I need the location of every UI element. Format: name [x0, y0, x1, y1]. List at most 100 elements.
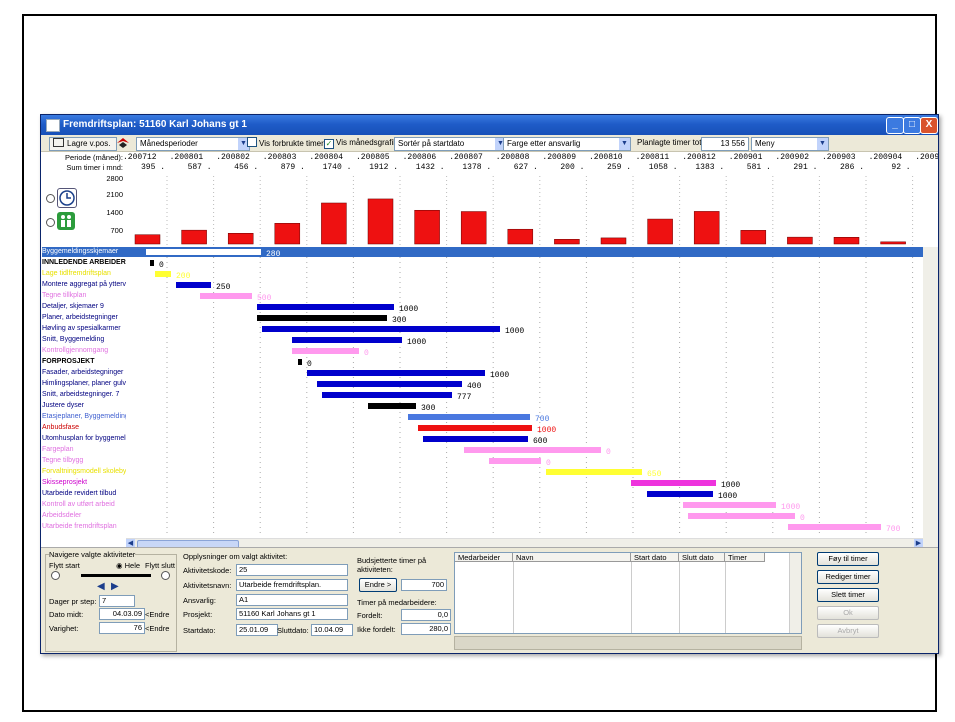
col-start-date[interactable]: Start dato: [631, 553, 679, 562]
task-row[interactable]: Byggemeldingsskjemaer: [42, 247, 126, 257]
move-start-radio[interactable]: [51, 571, 60, 580]
task-row[interactable]: Arbeidsdeler: [42, 511, 126, 521]
minimize-button[interactable]: _: [886, 117, 904, 134]
gantt-bar-label: 0: [159, 261, 164, 270]
task-row[interactable]: Skisseprosjekt: [42, 478, 126, 488]
gantt-bar[interactable]: [688, 513, 795, 519]
gantt-bar[interactable]: [307, 370, 485, 376]
task-row[interactable]: Justere dyser: [42, 401, 126, 411]
task-row[interactable]: Detaljer, skjemaer 9: [42, 302, 126, 312]
save-position-button[interactable]: Lagre v.pos.: [49, 137, 117, 151]
gantt-bar[interactable]: [298, 359, 302, 365]
close-button[interactable]: X: [920, 117, 938, 134]
end-date-label: Sluttdato:: [277, 626, 309, 635]
budget-hours-field[interactable]: 700: [401, 579, 447, 591]
gantt-bar[interactable]: [292, 348, 359, 354]
gantt-bar[interactable]: [317, 381, 462, 387]
menu-select[interactable]: Meny ▼: [751, 137, 829, 151]
task-row[interactable]: Fargeplan: [42, 445, 126, 455]
color-select[interactable]: Farge etter ansvarlig ▼: [503, 137, 631, 151]
sort-select[interactable]: Sortér på startdato ▼: [394, 137, 507, 151]
task-row[interactable]: Utarbeide fremdriftsplan: [42, 522, 126, 532]
cancel-button[interactable]: Avbryt: [817, 624, 879, 638]
days-per-step-select[interactable]: 7: [99, 595, 135, 607]
radio-icon: ◉: [116, 561, 125, 570]
gantt-bar[interactable]: [200, 293, 252, 299]
period-select[interactable]: Månedsperioder ▼: [136, 137, 250, 151]
task-row[interactable]: Høvling av spesialkarmer: [42, 324, 126, 334]
show-month-graph-checkbox[interactable]: ✓ Vis månedsgrafikk: [324, 137, 401, 149]
task-row[interactable]: Montere aggregat på yttervegg: [42, 280, 126, 290]
move-end-radio[interactable]: [161, 571, 170, 580]
clock-view-radio[interactable]: [46, 194, 55, 203]
duration-change-button[interactable]: <Endre: [145, 624, 169, 633]
table-scrollbar[interactable]: [789, 553, 801, 633]
task-row[interactable]: Lage tidlfremdriftsplan: [42, 269, 126, 279]
bar-200811: [647, 218, 673, 245]
gantt-bar[interactable]: [647, 491, 713, 497]
gantt-bar[interactable]: [292, 337, 402, 343]
gantt-bar[interactable]: [546, 469, 642, 475]
gantt-bar[interactable]: [368, 403, 416, 409]
date-mid-change-button[interactable]: <Endre: [145, 610, 169, 619]
gantt-bar[interactable]: [489, 458, 541, 464]
people-view-radio[interactable]: [46, 218, 55, 227]
gantt-bar[interactable]: [631, 480, 716, 486]
task-row[interactable]: Utomhusplan for byggemeld: [42, 434, 126, 444]
gantt-bar[interactable]: [408, 414, 530, 420]
gantt-bar[interactable]: [257, 304, 394, 310]
gantt-bar[interactable]: [262, 326, 500, 332]
task-row[interactable]: FORPROSJEKT: [42, 357, 126, 367]
days-per-step-value: 7: [102, 596, 107, 605]
task-row[interactable]: Kontroll av utført arbeid: [42, 500, 126, 510]
add-hours-button[interactable]: Føy til timer: [817, 552, 879, 566]
edit-hours-button[interactable]: Rediger timer: [817, 570, 879, 584]
bar-200904: [880, 241, 906, 245]
task-row[interactable]: Kontrollgjennomgang: [42, 346, 126, 356]
col-name[interactable]: Navn: [513, 553, 631, 562]
task-row[interactable]: Tegne tillkplan: [42, 291, 126, 301]
sum-label: Sum timer i mnd:: [66, 163, 123, 172]
col-end-date[interactable]: Slutt dato: [679, 553, 725, 562]
gantt-bar[interactable]: [683, 502, 776, 508]
task-row[interactable]: Planer, arbeidstegninger: [42, 313, 126, 323]
gantt-bar[interactable]: [176, 282, 211, 288]
duration-field[interactable]: 76: [99, 622, 145, 634]
show-used-hours-checkbox[interactable]: Vis forbrukte timer: [247, 137, 324, 149]
task-row[interactable]: INNLEDENDE ARBEIDER: [42, 258, 126, 268]
col-hours[interactable]: Timer: [725, 553, 765, 562]
gantt-bar[interactable]: [418, 425, 532, 431]
task-row[interactable]: Etasjeplaner, Byggemelding: [42, 412, 126, 422]
gantt-bar[interactable]: [146, 249, 261, 255]
task-row[interactable]: Snitt, Byggemelding: [42, 335, 126, 345]
task-row[interactable]: Anbudsfase: [42, 423, 126, 433]
gantt-bar-label: 0: [364, 349, 369, 358]
task-row[interactable]: Snitt, arbeidstegninger. 7: [42, 390, 126, 400]
chevron-down-icon: ▼: [817, 138, 828, 150]
window-title: Fremdriftsplan: 51160 Karl Johans gt 1: [63, 119, 247, 130]
maximize-button[interactable]: □: [903, 117, 921, 134]
vertical-scrollbar[interactable]: [923, 247, 938, 547]
gantt-bar[interactable]: [423, 436, 528, 442]
task-row[interactable]: Forvaltningsmodell skolebygg: [42, 467, 126, 477]
gantt-bar[interactable]: [155, 271, 171, 277]
col-employee[interactable]: Medarbeider: [455, 553, 513, 562]
whole-option[interactable]: ◉ Hele: [116, 561, 140, 570]
gantt-bar[interactable]: [464, 447, 601, 453]
budget-change-button[interactable]: Endre >: [359, 578, 397, 592]
gantt-bar[interactable]: [257, 315, 387, 321]
gantt-bar[interactable]: [150, 260, 154, 266]
step-back-icon[interactable]: ◀: [97, 581, 105, 592]
gantt-bar[interactable]: [788, 524, 881, 530]
date-mid-field[interactable]: 04.03.09: [99, 608, 145, 620]
delete-hours-button[interactable]: Slett timer: [817, 588, 879, 602]
ok-button[interactable]: Ok: [817, 606, 879, 620]
task-row[interactable]: Fasader, arbeidstegninger: [42, 368, 126, 378]
step-forward-icon[interactable]: ▶: [111, 581, 119, 592]
start-date-label: Startdato:: [183, 626, 216, 635]
task-row[interactable]: Tegne tilbygg: [42, 456, 126, 466]
employee-hours-table[interactable]: Medarbeider Navn Start dato Slutt dato T…: [454, 552, 802, 634]
task-row[interactable]: Himlingsplaner, planer gulv: [42, 379, 126, 389]
gantt-bar[interactable]: [322, 392, 452, 398]
task-row[interactable]: Utarbeide revidert tilbud: [42, 489, 126, 499]
